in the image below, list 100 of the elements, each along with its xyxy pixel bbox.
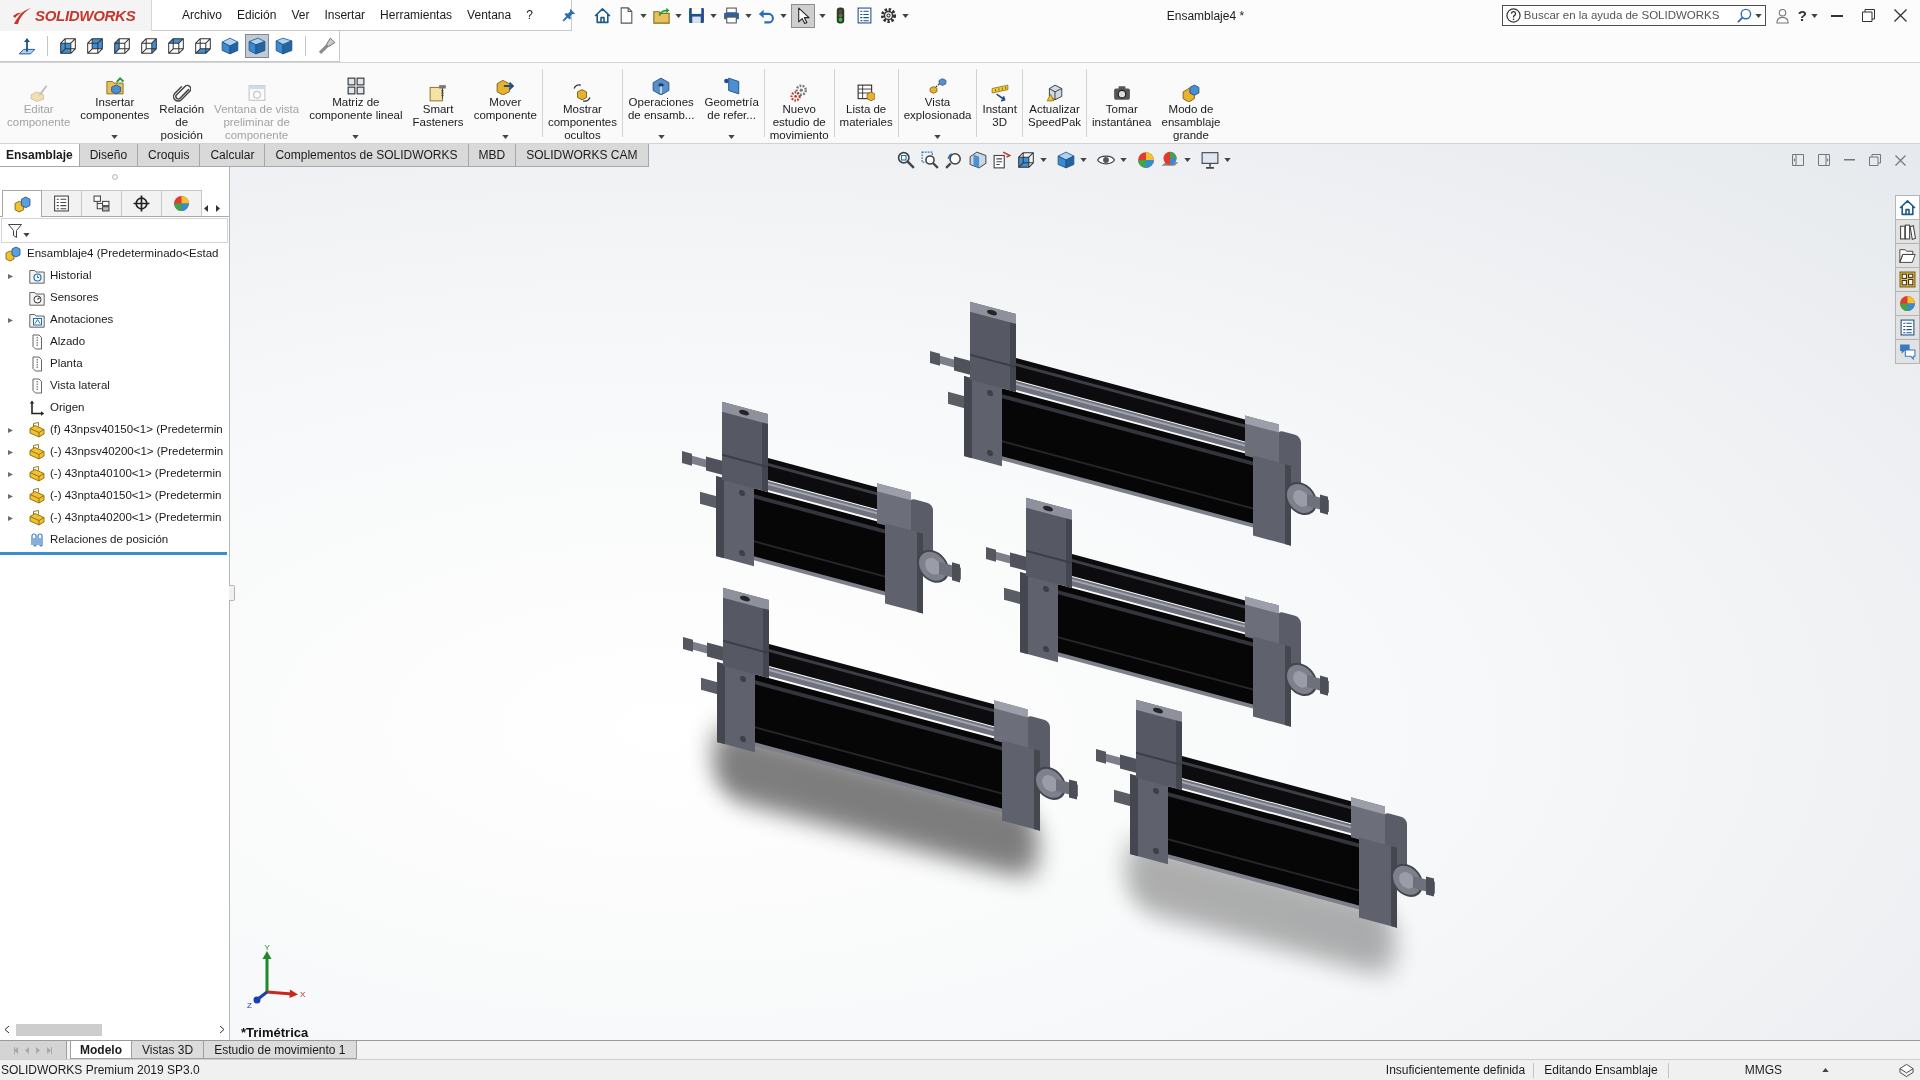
tree-item-label[interactable]: Ensamblaje4 (Predeterminado<Estad: [27, 245, 219, 263]
command-tab[interactable]: Ensamblaje: [0, 144, 80, 167]
view-arrow-icon[interactable]: [945, 151, 963, 169]
menu-item[interactable]: Insertar: [324, 9, 366, 21]
panel-tab[interactable]: [122, 190, 162, 216]
command-tab[interactable]: Diseño: [79, 144, 139, 167]
task-pane-tab[interactable]: [1895, 267, 1920, 292]
tile-right-icon[interactable]: [1818, 154, 1830, 166]
tree-item-label[interactable]: Sensores: [50, 289, 99, 307]
toolbar-button[interactable]: [791, 3, 815, 28]
section-cube-icon[interactable]: [969, 151, 987, 169]
tree-item-label[interactable]: (-) 43npta40100<1> (Predetermin: [50, 465, 222, 483]
tree-item-label[interactable]: Vista lateral: [50, 377, 110, 395]
caret-icon[interactable]: [640, 13, 647, 18]
command-button[interactable]: Nuevo estudio de movimiento: [764, 63, 834, 143]
tree-item-label[interactable]: Anotaciones: [50, 311, 114, 329]
restore-icon[interactable]: [1862, 9, 1875, 22]
command-tab[interactable]: Complementos de SOLIDWORKS: [265, 144, 469, 167]
command-button[interactable]: Instant 3D: [977, 63, 1022, 143]
pin-icon[interactable]: [561, 8, 576, 22]
menu-item[interactable]: Ver: [291, 9, 310, 21]
command-button[interactable]: Smart Fasteners: [407, 63, 469, 143]
caret-icon[interactable]: [819, 13, 826, 18]
expand-arrow-icon[interactable]: [8, 492, 13, 500]
task-pane-tab[interactable]: [1895, 315, 1920, 340]
command-tab[interactable]: Croquis: [138, 144, 201, 167]
caret-icon[interactable]: [710, 13, 717, 18]
caret-icon[interactable]: [657, 135, 665, 139]
model-tab[interactable]: Vistas 3D: [132, 1041, 205, 1059]
expand-arrow-icon[interactable]: [8, 272, 13, 280]
caret-icon[interactable]: [23, 232, 30, 237]
expand-arrow-icon[interactable]: [8, 426, 13, 434]
panel-tab[interactable]: [82, 190, 122, 216]
caret-icon[interactable]: [745, 13, 752, 18]
panel-tab[interactable]: [42, 190, 82, 216]
monitor-icon[interactable]: [1201, 151, 1219, 169]
units-label[interactable]: MMGS: [1744, 1061, 1782, 1079]
color-ball-icon[interactable]: [1137, 151, 1155, 169]
caret-icon[interactable]: [934, 135, 942, 139]
command-tab[interactable]: MBD: [468, 144, 517, 167]
command-tab[interactable]: SOLIDWORKS CAM: [516, 144, 649, 167]
tree-item-label[interactable]: Alzado: [50, 333, 86, 351]
command-button[interactable]: Matriz de componente lineal: [304, 63, 408, 143]
tile-left-icon[interactable]: [1792, 154, 1804, 166]
search-icon[interactable]: [1736, 8, 1752, 23]
task-pane-tab[interactable]: [1895, 219, 1920, 244]
caret-icon[interactable]: [728, 135, 736, 139]
task-pane-tab[interactable]: [1895, 195, 1920, 220]
layers-icon[interactable]: [1899, 1062, 1914, 1078]
close-icon[interactable]: [1894, 9, 1907, 22]
command-button[interactable]: Insertar componentes: [75, 63, 155, 143]
command-button[interactable]: Geometría de refer...: [699, 63, 764, 143]
command-tab[interactable]: Calcular: [200, 144, 266, 167]
expand-arrow-icon[interactable]: [8, 316, 13, 324]
tree-item-label[interactable]: (-) 43npsv40200<1> (Predetermin: [50, 443, 224, 461]
caret-icon[interactable]: [111, 135, 119, 139]
cube-icon[interactable]: [1017, 151, 1035, 169]
tree-item-label[interactable]: Historial: [50, 267, 92, 285]
command-button[interactable]: Operaciones de ensamb...: [622, 63, 700, 143]
command-button[interactable]: Tomar instantánea: [1087, 63, 1157, 143]
tree-item-label[interactable]: (-) 43npta40200<1> (Predetermin: [50, 509, 222, 527]
caret-icon[interactable]: [1040, 158, 1047, 162]
scroll-left-icon[interactable]: [5, 1026, 9, 1033]
menu-item[interactable]: Edición: [237, 9, 277, 21]
command-button[interactable]: Relación de posición: [154, 63, 210, 143]
annotation-views-icon[interactable]: [993, 151, 1011, 169]
caret-icon[interactable]: [675, 13, 682, 18]
magnifier-frame-icon[interactable]: [921, 151, 939, 169]
caret-icon[interactable]: [501, 135, 509, 139]
caret-icon[interactable]: [352, 135, 360, 139]
command-button[interactable]: Lista de materiales: [834, 63, 898, 143]
command-button[interactable]: Vista explosionada: [898, 63, 977, 143]
menu-item[interactable]: Herramientas: [380, 9, 453, 21]
caret-icon[interactable]: [1120, 158, 1127, 162]
tree-item-label[interactable]: (f) 43npsv40150<1> (Predetermin: [50, 421, 223, 439]
model-tab[interactable]: Estudio de movimiento 1: [204, 1041, 357, 1059]
expand-arrow-icon[interactable]: [8, 470, 13, 478]
command-button[interactable]: Modo de ensamblaje grande: [1156, 63, 1226, 143]
command-button[interactable]: Mostrar componentes ocultos: [542, 63, 622, 143]
help-button[interactable]: ?: [1797, 8, 1807, 23]
panel-collapse-handle[interactable]: [229, 585, 235, 601]
grip-dot-icon[interactable]: [111, 174, 118, 180]
left-arrow-icon[interactable]: [204, 205, 208, 212]
caret-icon[interactable]: [1811, 13, 1818, 18]
filter-field[interactable]: [1, 218, 228, 243]
scroll-right-icon[interactable]: [220, 1026, 224, 1033]
command-button[interactable]: Mover componente: [468, 63, 542, 143]
minimize-icon[interactable]: [1831, 14, 1843, 17]
user-icon[interactable]: [1775, 7, 1789, 24]
task-pane-tab[interactable]: [1895, 243, 1920, 268]
tree-item-label[interactable]: Origen: [50, 399, 85, 417]
caret-icon[interactable]: [1184, 158, 1191, 162]
magnifier-icon[interactable]: [897, 151, 915, 169]
menu-item[interactable]: ?: [526, 9, 533, 21]
caret-icon[interactable]: [1080, 158, 1087, 162]
caret-icon[interactable]: [780, 13, 787, 18]
right-arrow-icon[interactable]: [216, 205, 220, 212]
caret-icon[interactable]: [902, 13, 909, 18]
tree-item-label[interactable]: (-) 43npta40150<1> (Predetermin: [50, 487, 222, 505]
caret-icon[interactable]: [1754, 13, 1762, 18]
